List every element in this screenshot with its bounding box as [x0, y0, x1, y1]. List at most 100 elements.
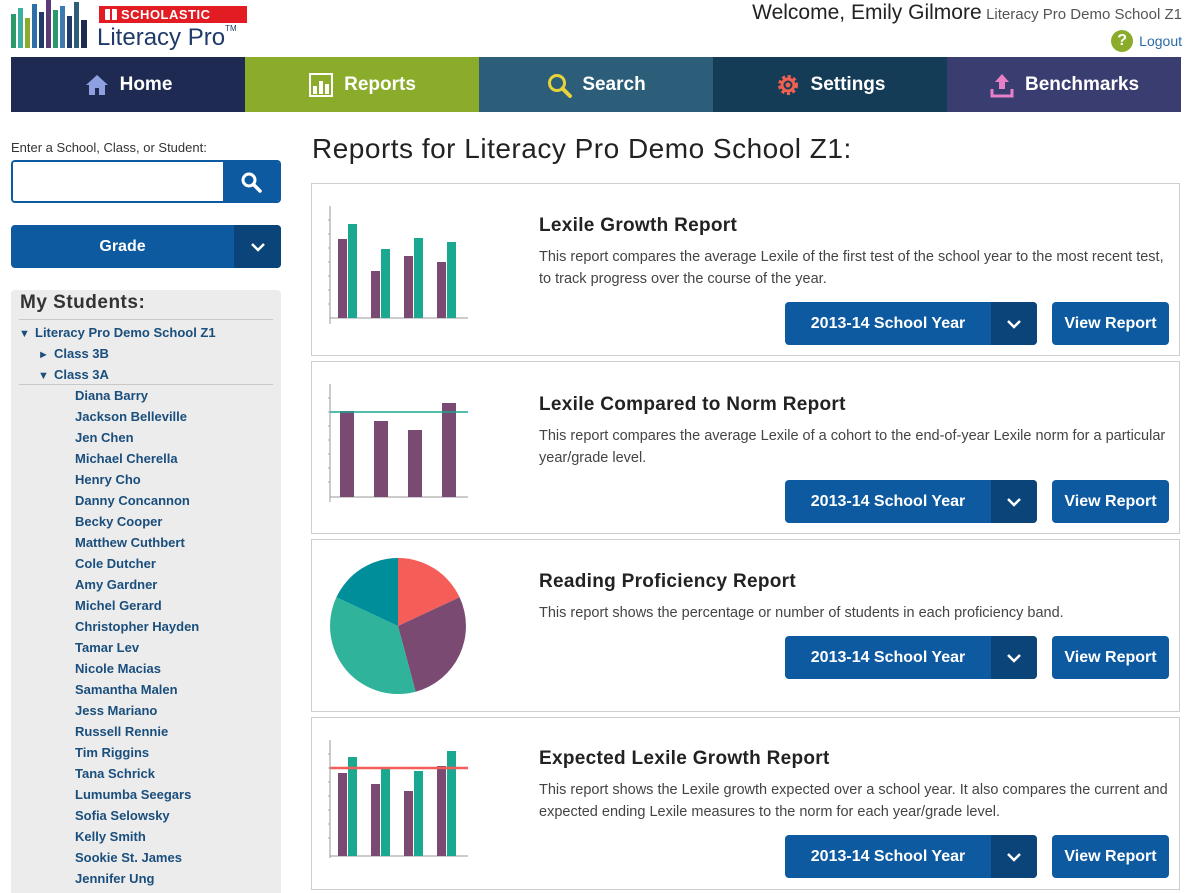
- report-title: Expected Lexile Growth Report: [539, 748, 830, 769]
- school-year-dropdown[interactable]: 2013-14 School Year: [785, 480, 1037, 523]
- view-report-button[interactable]: View Report: [1052, 302, 1169, 345]
- student-item[interactable]: Diana Barry: [19, 385, 273, 406]
- student-item[interactable]: Michael Cherella: [19, 448, 273, 469]
- expanded-triangle-icon: ▼: [38, 370, 49, 382]
- gear-icon: [777, 74, 798, 95]
- student-item[interactable]: Cole Dutcher: [19, 553, 273, 574]
- report-description: This report shows the percentage or numb…: [539, 605, 1064, 621]
- bar-chart-icon: [309, 72, 334, 97]
- chevron-down-icon: [991, 636, 1037, 679]
- student-item[interactable]: Sookie St. James: [19, 847, 273, 868]
- welcome-school: Literacy Pro Demo School Z1: [986, 6, 1182, 23]
- lexile-growth-thumbnail: [328, 206, 468, 324]
- nav-home-label: Home: [119, 73, 173, 95]
- view-report-button[interactable]: View Report: [1052, 636, 1169, 679]
- grade-dropdown[interactable]: Grade: [11, 225, 281, 268]
- search-box: [11, 160, 281, 203]
- collapsed-triangle-icon: ►: [38, 349, 49, 361]
- student-item[interactable]: Matthew Cuthbert: [19, 532, 273, 553]
- student-item[interactable]: Amy Gardner: [19, 574, 273, 595]
- upload-arrow-icon: [990, 73, 1014, 97]
- student-item[interactable]: Russell Rennie: [19, 721, 273, 742]
- nav-settings-label: Settings: [810, 73, 886, 95]
- nav-search-label: Search: [582, 73, 646, 95]
- literacy-pro-logo[interactable]: SCHOLASTIC Literacy ProTM: [10, 0, 250, 55]
- logout-link[interactable]: Logout: [1139, 33, 1182, 49]
- logo-books-icon: [11, 0, 87, 48]
- student-item[interactable]: Nicole Macias: [19, 658, 273, 679]
- school-year-dropdown[interactable]: 2013-14 School Year: [785, 835, 1037, 878]
- nav-settings[interactable]: Settings: [713, 57, 947, 112]
- nav-home[interactable]: Home: [11, 57, 245, 112]
- student-item[interactable]: Tim Riggins: [19, 742, 273, 763]
- help-icon[interactable]: ?: [1111, 30, 1134, 52]
- report-description: This report compares the average Lexile …: [539, 428, 1166, 466]
- lexile-norm-thumbnail: [328, 384, 468, 502]
- report-description: This report shows the Lexile growth expe…: [539, 782, 1168, 820]
- tree-class-3b-label: Class 3B: [54, 346, 109, 361]
- tree-school-label: Literacy Pro Demo School Z1: [35, 325, 216, 340]
- view-report-button[interactable]: View Report: [1052, 480, 1169, 523]
- school-year-dropdown[interactable]: 2013-14 School Year: [785, 302, 1037, 345]
- product-name: Literacy ProTM: [97, 24, 237, 52]
- student-item[interactable]: Jackson Belleville: [19, 406, 273, 427]
- trademark: TM: [225, 24, 237, 33]
- chevron-down-icon: [234, 225, 281, 268]
- chevron-down-icon: [991, 835, 1037, 878]
- tree-class-3b[interactable]: ► Class 3B: [19, 343, 273, 364]
- student-item[interactable]: Lumumba Seegars: [19, 784, 273, 805]
- school-year-label: 2013-14 School Year: [810, 848, 966, 865]
- student-item[interactable]: Becky Cooper: [19, 511, 273, 532]
- report-card-reading-proficiency: Reading Proficiency Report This report s…: [311, 539, 1180, 712]
- product-name-text: Literacy Pro: [97, 24, 226, 51]
- scholastic-badge: SCHOLASTIC: [99, 6, 247, 23]
- expected-growth-thumbnail: [328, 740, 468, 858]
- proficiency-pie-thumbnail: [330, 558, 466, 695]
- header: SCHOLASTIC Literacy ProTM Welcome, Emily…: [0, 0, 1194, 57]
- student-item[interactable]: Christopher Hayden: [19, 616, 273, 637]
- tree-class-3a-label: Class 3A: [54, 367, 109, 382]
- welcome-message: Welcome, Emily Gilmore Literacy Pro Demo…: [752, 1, 1182, 25]
- school-year-dropdown[interactable]: 2013-14 School Year: [785, 636, 1037, 679]
- nav-reports[interactable]: Reports: [245, 57, 479, 112]
- logout-row: ? Logout: [1111, 30, 1182, 52]
- book-icon: [105, 9, 117, 20]
- student-item[interactable]: Jennifer Ung: [19, 868, 273, 889]
- nav-benchmarks[interactable]: Benchmarks: [947, 57, 1181, 112]
- search-input[interactable]: [13, 162, 223, 201]
- my-students-panel: My Students: ▼ Literacy Pro Demo School Z…: [11, 290, 281, 893]
- students-title: My Students:: [19, 290, 273, 320]
- student-item[interactable]: Sofia Selowsky: [19, 805, 273, 826]
- student-item[interactable]: Tamar Lev: [19, 637, 273, 658]
- nav-search[interactable]: Search: [479, 57, 713, 112]
- report-card-expected-growth: Expected Lexile Growth Report This repor…: [311, 717, 1180, 890]
- student-item[interactable]: Michel Gerard: [19, 595, 273, 616]
- report-title: Lexile Compared to Norm Report: [539, 394, 846, 415]
- student-item[interactable]: Jen Chen: [19, 427, 273, 448]
- student-item[interactable]: Kelly Smith: [19, 826, 273, 847]
- school-year-label: 2013-14 School Year: [810, 315, 966, 332]
- magnifier-icon: [241, 172, 262, 193]
- scholastic-text: SCHOLASTIC: [121, 7, 211, 22]
- tree-class-3a[interactable]: ▼ Class 3A: [19, 364, 273, 385]
- student-item[interactable]: Samantha Malen: [19, 679, 273, 700]
- search-button[interactable]: [223, 162, 279, 201]
- student-item[interactable]: Tana Schrick: [19, 763, 273, 784]
- view-report-button[interactable]: View Report: [1052, 835, 1169, 878]
- expanded-triangle-icon: ▼: [19, 328, 30, 340]
- report-title: Reading Proficiency Report: [539, 571, 796, 592]
- school-year-label: 2013-14 School Year: [810, 493, 966, 510]
- report-description: This report compares the average Lexile …: [539, 249, 1164, 287]
- welcome-name: Welcome, Emily Gilmore: [752, 1, 982, 24]
- student-item[interactable]: Danny Concannon: [19, 490, 273, 511]
- page-title: Reports for Literacy Pro Demo School Z1:: [312, 133, 852, 164]
- student-item[interactable]: Jess Mariano: [19, 700, 273, 721]
- tree-school[interactable]: ▼ Literacy Pro Demo School Z1: [19, 322, 273, 343]
- report-card-lexile-norm: Lexile Compared to Norm Report This repo…: [311, 361, 1180, 534]
- report-title: Lexile Growth Report: [539, 215, 738, 236]
- grade-dropdown-label: Grade: [99, 238, 146, 255]
- student-item[interactable]: Henry Cho: [19, 469, 273, 490]
- nav-reports-label: Reports: [344, 73, 416, 95]
- chevron-down-icon: [991, 480, 1037, 523]
- school-year-label: 2013-14 School Year: [810, 649, 966, 666]
